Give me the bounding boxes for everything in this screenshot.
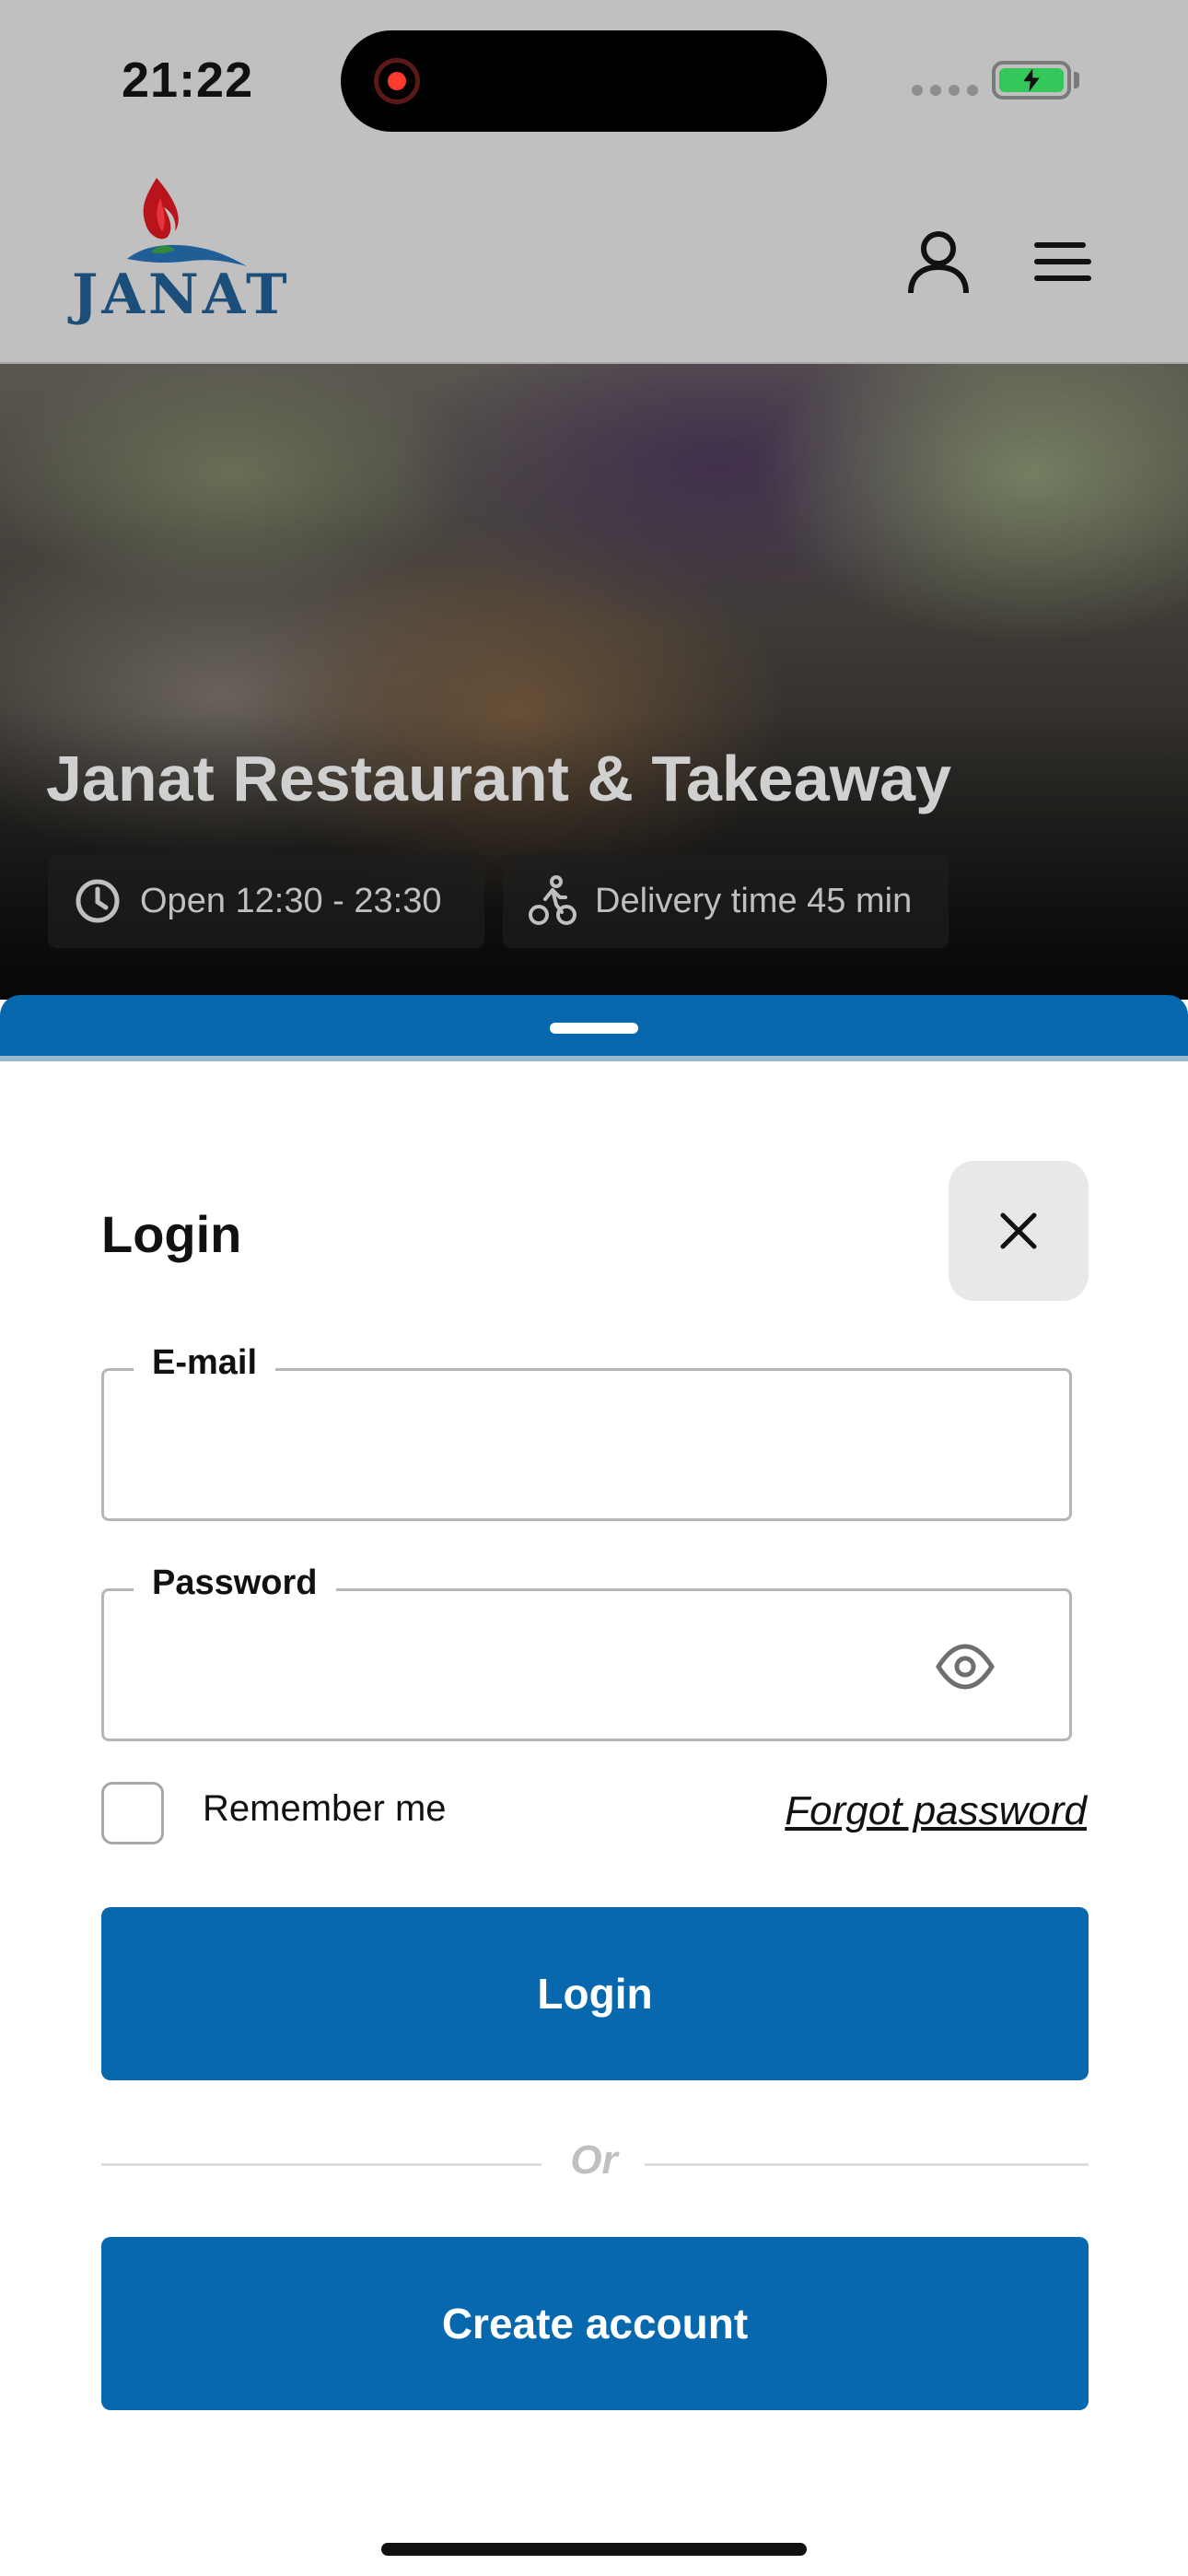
- delivery-time-text: Delivery time 45 min: [595, 881, 913, 920]
- logo-text: JANAT: [72, 263, 291, 327]
- show-password-icon[interactable]: [935, 1639, 996, 1694]
- password-label: Password: [134, 1563, 336, 1603]
- divider-or: Or: [570, 2137, 618, 2183]
- close-button[interactable]: [949, 1161, 1089, 1301]
- opening-hours-badge: Open 12:30 - 23:30: [48, 854, 484, 948]
- login-button[interactable]: Login: [101, 1907, 1089, 2080]
- opening-hours-text: Open 12:30 - 23:30: [140, 881, 442, 920]
- bicycle-icon: [529, 875, 577, 925]
- delivery-time-badge: Delivery time 45 min: [503, 854, 949, 948]
- email-input[interactable]: [132, 1408, 924, 1491]
- email-field[interactable]: E-mail: [101, 1343, 1072, 1521]
- home-indicator[interactable]: [381, 2543, 807, 2556]
- email-label: E-mail: [134, 1343, 276, 1383]
- user-icon[interactable]: [905, 228, 972, 295]
- restaurant-name: Janat Restaurant & Takeaway: [46, 743, 952, 814]
- sheet-handle-bar[interactable]: [0, 995, 1188, 1061]
- battery-icon: [992, 61, 1071, 100]
- clock-icon: [76, 879, 120, 923]
- divider-line: [645, 2163, 1089, 2166]
- recording-indicator-icon: [374, 58, 420, 104]
- signal-icon: [912, 85, 978, 96]
- hero-banner: Janat Restaurant & Takeaway Open 12:30 -…: [0, 364, 1188, 1000]
- login-title: Login: [101, 1205, 242, 1263]
- remember-me-checkbox[interactable]: [101, 1782, 164, 1844]
- password-input[interactable]: [132, 1628, 924, 1711]
- drag-handle[interactable]: [550, 1023, 638, 1034]
- menu-icon[interactable]: [1030, 228, 1096, 295]
- divider-line: [101, 2163, 542, 2166]
- dynamic-island: [341, 30, 827, 132]
- remember-me-label[interactable]: Remember me: [203, 1788, 447, 1830]
- restaurant-logo[interactable]: JANAT: [72, 170, 291, 327]
- password-field[interactable]: Password: [101, 1563, 1072, 1741]
- dimmed-header: 21:22 JANAT: [0, 0, 1188, 364]
- status-time: 21:22: [122, 53, 254, 108]
- close-icon: [1000, 1212, 1037, 1249]
- create-account-button[interactable]: Create account: [101, 2237, 1089, 2410]
- forgot-password-link[interactable]: Forgot password: [785, 1788, 1087, 1834]
- login-sheet: Login E-mail Password Remember me Forgot…: [0, 1061, 1188, 2576]
